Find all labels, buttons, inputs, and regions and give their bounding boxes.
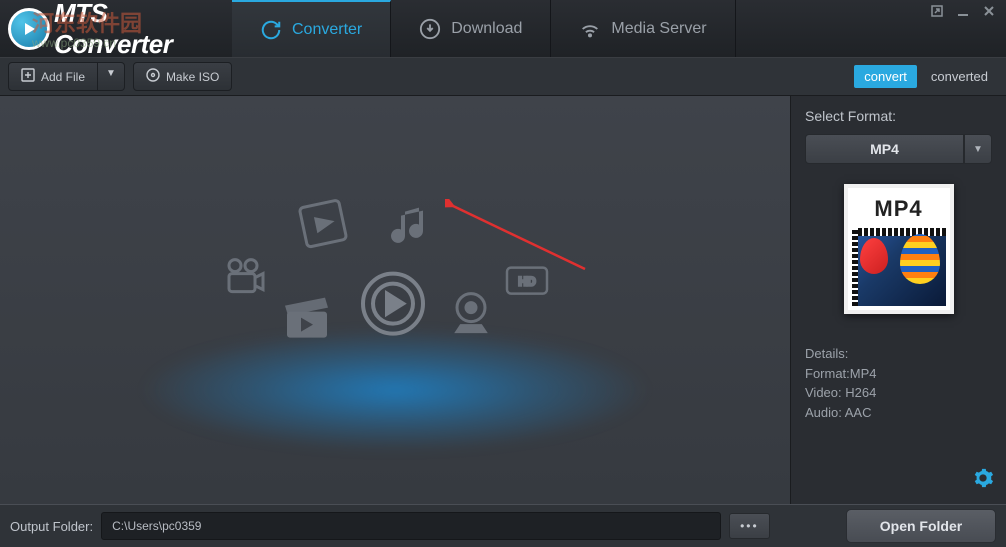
refresh-icon <box>260 19 282 41</box>
svg-text:HD: HD <box>518 275 536 289</box>
tab-media-server-label: Media Server <box>611 20 706 38</box>
browse-button[interactable]: ••• <box>729 513 770 539</box>
gear-icon[interactable] <box>972 467 994 494</box>
output-folder-label: Output Folder: <box>10 519 93 534</box>
add-icon <box>21 68 35 85</box>
toolbar: Add File ▼ Make ISO convert converted <box>0 58 1006 96</box>
tab-download[interactable]: Download <box>391 0 551 57</box>
format-thumb-label: MP4 <box>852 192 946 228</box>
details-heading: Details: <box>805 344 992 364</box>
details-video: Video: H264 <box>805 383 992 403</box>
make-iso-button[interactable]: Make ISO <box>133 62 232 91</box>
download-icon <box>419 18 441 40</box>
tab-converter[interactable]: Converter <box>232 0 391 57</box>
format-select: MP4 ▼ <box>805 134 992 164</box>
clapper-icon <box>279 288 335 344</box>
tab-download-label: Download <box>451 20 522 38</box>
convert-tab[interactable]: convert <box>854 65 917 88</box>
play-circle-icon <box>357 268 429 340</box>
tab-media-server[interactable]: Media Server <box>551 0 735 57</box>
format-thumbnail: MP4 <box>844 184 954 314</box>
disc-icon <box>146 68 160 85</box>
converted-tab[interactable]: converted <box>921 65 998 88</box>
music-icon <box>385 200 441 256</box>
format-thumb-image <box>852 228 946 306</box>
minimize-icon[interactable] <box>956 4 970 20</box>
tab-converter-label: Converter <box>292 21 362 39</box>
app-logo-icon <box>8 8 50 50</box>
main-area: HD Select Format: MP4 ▼ MP4 Details: For… <box>0 96 1006 504</box>
details-format: Format:MP4 <box>805 364 992 384</box>
popout-icon[interactable] <box>930 4 944 20</box>
camera-icon <box>223 256 267 300</box>
open-folder-button[interactable]: Open Folder <box>846 509 996 543</box>
placeholder-icons: HD <box>185 196 605 376</box>
add-file-dropdown[interactable]: ▼ <box>98 62 125 91</box>
toolbar-right: convert converted <box>854 65 998 88</box>
logo-area: MTS Converter 河东软件园 www.pc0359.cn <box>0 0 232 57</box>
side-panel: Select Format: MP4 ▼ MP4 Details: Format… <box>790 96 1006 504</box>
hd-icon: HD <box>505 266 549 296</box>
close-icon[interactable] <box>982 4 996 20</box>
content-panel[interactable]: HD <box>0 96 790 504</box>
select-format-label: Select Format: <box>805 108 992 124</box>
film-icon <box>295 196 351 252</box>
make-iso-label: Make ISO <box>166 70 219 84</box>
webcam-icon <box>447 288 495 336</box>
format-details: Details: Format:MP4 Video: H264 Audio: A… <box>805 344 992 422</box>
window-controls <box>930 4 996 20</box>
add-file-button[interactable]: Add File <box>8 62 98 91</box>
format-select-dropdown[interactable]: ▼ <box>964 134 992 164</box>
wifi-icon <box>579 18 601 40</box>
footer: Output Folder: ••• Open Folder <box>0 504 1006 547</box>
details-audio: Audio: AAC <box>805 403 992 423</box>
main-tabs: Converter Download Media Server <box>232 0 736 57</box>
output-folder-input[interactable] <box>101 512 721 540</box>
title-bar: MTS Converter 河东软件园 www.pc0359.cn Conver… <box>0 0 1006 58</box>
format-select-value[interactable]: MP4 <box>805 134 964 164</box>
add-file-label: Add File <box>41 70 85 84</box>
app-title: MTS Converter <box>54 0 232 60</box>
